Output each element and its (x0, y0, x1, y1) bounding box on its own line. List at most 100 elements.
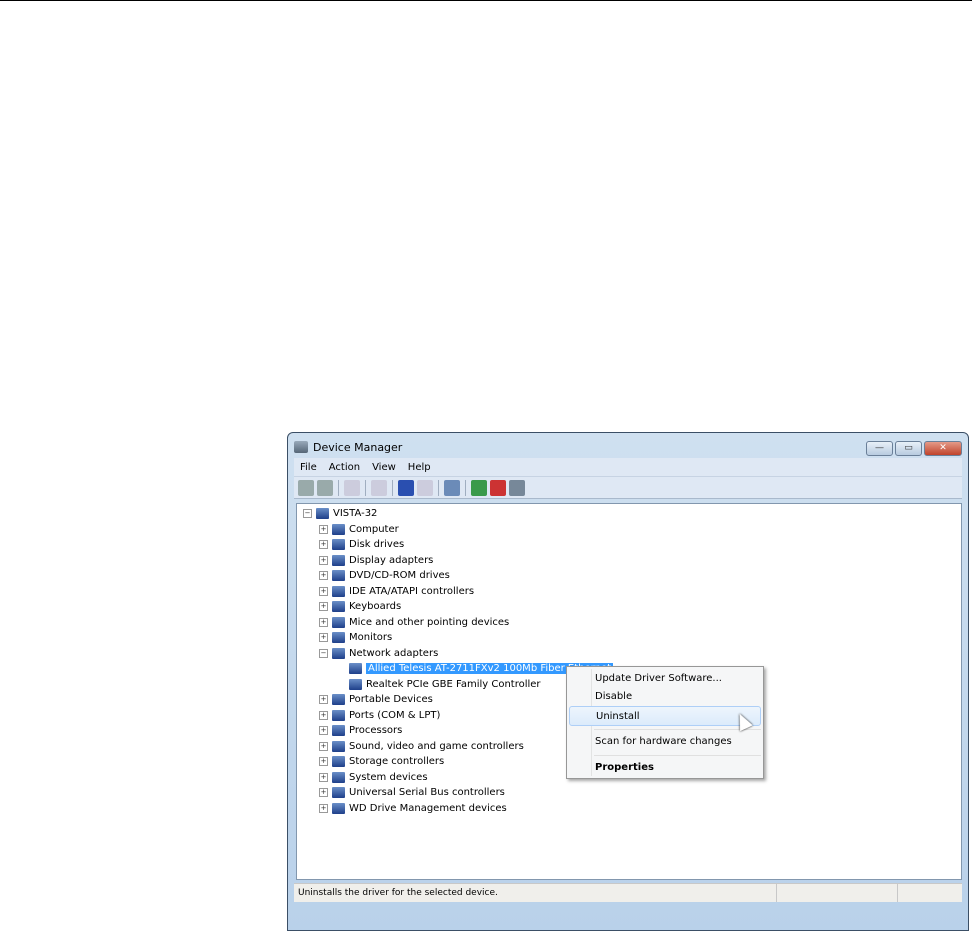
menu-item-disable[interactable]: Disable (569, 687, 761, 707)
expand-icon[interactable]: + (319, 602, 328, 611)
tree-category[interactable]: + Ports (COM & LPT) (319, 708, 440, 723)
action-pane-icon[interactable] (417, 479, 433, 496)
device-icon (332, 787, 345, 798)
device-icon (332, 648, 345, 659)
tree-category[interactable]: + IDE ATA/ATAPI controllers (319, 584, 474, 599)
device-icon (332, 756, 345, 767)
menu-action[interactable]: Action (323, 462, 366, 473)
expand-icon[interactable]: + (319, 587, 328, 596)
collapse-icon[interactable]: − (303, 509, 312, 518)
device-icon (332, 524, 345, 535)
status-bar: Uninstalls the driver for the selected d… (294, 883, 962, 902)
tree-item-label: Sound, video and game controllers (349, 741, 524, 752)
tree-item-label: Universal Serial Bus controllers (349, 787, 505, 798)
tree-category[interactable]: + Mice and other pointing devices (319, 615, 509, 630)
tree-category[interactable]: − Network adapters (319, 646, 438, 661)
properties-icon[interactable] (371, 479, 387, 496)
tree-item-label: System devices (349, 772, 428, 783)
expand-icon[interactable]: + (319, 540, 328, 549)
device-icon (316, 508, 329, 519)
device-icon (332, 570, 345, 581)
expand-icon[interactable]: + (319, 773, 328, 782)
window-title: Device Manager (313, 440, 403, 454)
tree-item-label: IDE ATA/ATAPI controllers (349, 586, 475, 597)
expand-icon[interactable]: + (319, 633, 328, 642)
device-icon (332, 617, 345, 628)
tree-category[interactable]: + Computer (319, 522, 399, 537)
menu-view[interactable]: View (366, 462, 402, 473)
device-icon (332, 601, 345, 612)
tree-item-label: Computer (349, 524, 399, 535)
tree-category[interactable]: + Monitors (319, 630, 392, 645)
expand-icon[interactable]: + (319, 571, 328, 580)
menu-item-properties[interactable]: Properties (569, 758, 761, 778)
tree-item-label: Display adapters (349, 555, 434, 566)
expand-icon[interactable]: + (319, 525, 328, 534)
menu-item-update-driver[interactable]: Update Driver Software... (569, 669, 761, 689)
device-icon (349, 679, 362, 690)
scan-hardware-icon[interactable] (444, 479, 460, 496)
expand-icon[interactable]: + (319, 757, 328, 766)
uninstall-icon[interactable] (490, 479, 506, 496)
tree-root[interactable]: − VISTA-32 (303, 506, 377, 521)
tree-item-label: Network adapters (349, 648, 439, 659)
device-icon (332, 539, 345, 550)
top-border (0, 0, 972, 1)
tree-item-label: Keyboards (349, 601, 402, 612)
device-icon (332, 586, 345, 597)
show-hide-console-tree-icon[interactable] (344, 479, 360, 496)
tree-category[interactable]: + DVD/CD-ROM drives (319, 568, 450, 583)
device-icon (332, 710, 345, 721)
context-menu: Update Driver Software... Disable Uninst… (566, 666, 764, 779)
help-icon[interactable] (398, 479, 414, 496)
device-icon (332, 803, 345, 814)
expand-icon[interactable]: + (319, 556, 328, 565)
device-manager-icon (294, 441, 308, 453)
expand-icon[interactable]: + (319, 726, 328, 735)
forward-icon[interactable] (317, 479, 333, 496)
status-text: Uninstalls the driver for the selected d… (294, 884, 777, 902)
expand-icon[interactable]: + (319, 788, 328, 797)
tree-category[interactable]: + Sound, video and game controllers (319, 739, 524, 754)
collapse-icon[interactable]: − (319, 649, 328, 658)
tree-category[interactable]: + Display adapters (319, 553, 433, 568)
tree-category[interactable]: + WD Drive Management devices (319, 801, 507, 816)
tree-category[interactable]: + Portable Devices (319, 692, 433, 707)
tree-category[interactable]: + Processors (319, 723, 402, 738)
expand-icon[interactable]: + (319, 618, 328, 627)
tree-item-label: Processors (349, 725, 403, 736)
tree-category[interactable]: + Storage controllers (319, 754, 444, 769)
menu-file[interactable]: File (294, 462, 323, 473)
tree-category[interactable]: + Universal Serial Bus controllers (319, 785, 505, 800)
back-icon[interactable] (298, 479, 314, 496)
tree-category[interactable]: + Disk drives (319, 537, 404, 552)
tree-item-label: Ports (COM & LPT) (349, 710, 441, 721)
tree-item-label: Disk drives (349, 539, 405, 550)
expand-icon[interactable]: + (319, 804, 328, 813)
tree-item-label: Mice and other pointing devices (349, 617, 510, 628)
device-icon (349, 663, 362, 674)
menu-help[interactable]: Help (402, 462, 437, 473)
device-icon (332, 725, 345, 736)
close-button[interactable]: ✕ (924, 441, 962, 456)
disable-icon[interactable] (509, 479, 525, 496)
menu-item-scan-hardware[interactable]: Scan for hardware changes (569, 732, 761, 752)
device-icon (332, 772, 345, 783)
update-driver-icon[interactable] (471, 479, 487, 496)
tree-category[interactable]: + System devices (319, 770, 428, 785)
expand-icon[interactable]: + (319, 711, 328, 720)
tree-item-label: DVD/CD-ROM drives (349, 570, 450, 581)
tree-category[interactable]: + Keyboards (319, 599, 401, 614)
title-bar: Device Manager (294, 438, 402, 456)
device-icon (332, 741, 345, 752)
minimize-button[interactable]: — (866, 441, 893, 456)
tree-item-label: Realtek PCIe GBE Family Controller (366, 679, 541, 690)
expand-icon[interactable]: + (319, 695, 328, 704)
tree-device[interactable]: Realtek PCIe GBE Family Controller (349, 677, 541, 692)
toolbar (294, 477, 962, 499)
device-icon (332, 694, 345, 705)
device-icon (332, 555, 345, 566)
expand-icon[interactable]: + (319, 742, 328, 751)
maximize-button[interactable]: ▭ (895, 441, 922, 456)
tree-item-label: WD Drive Management devices (349, 803, 507, 814)
